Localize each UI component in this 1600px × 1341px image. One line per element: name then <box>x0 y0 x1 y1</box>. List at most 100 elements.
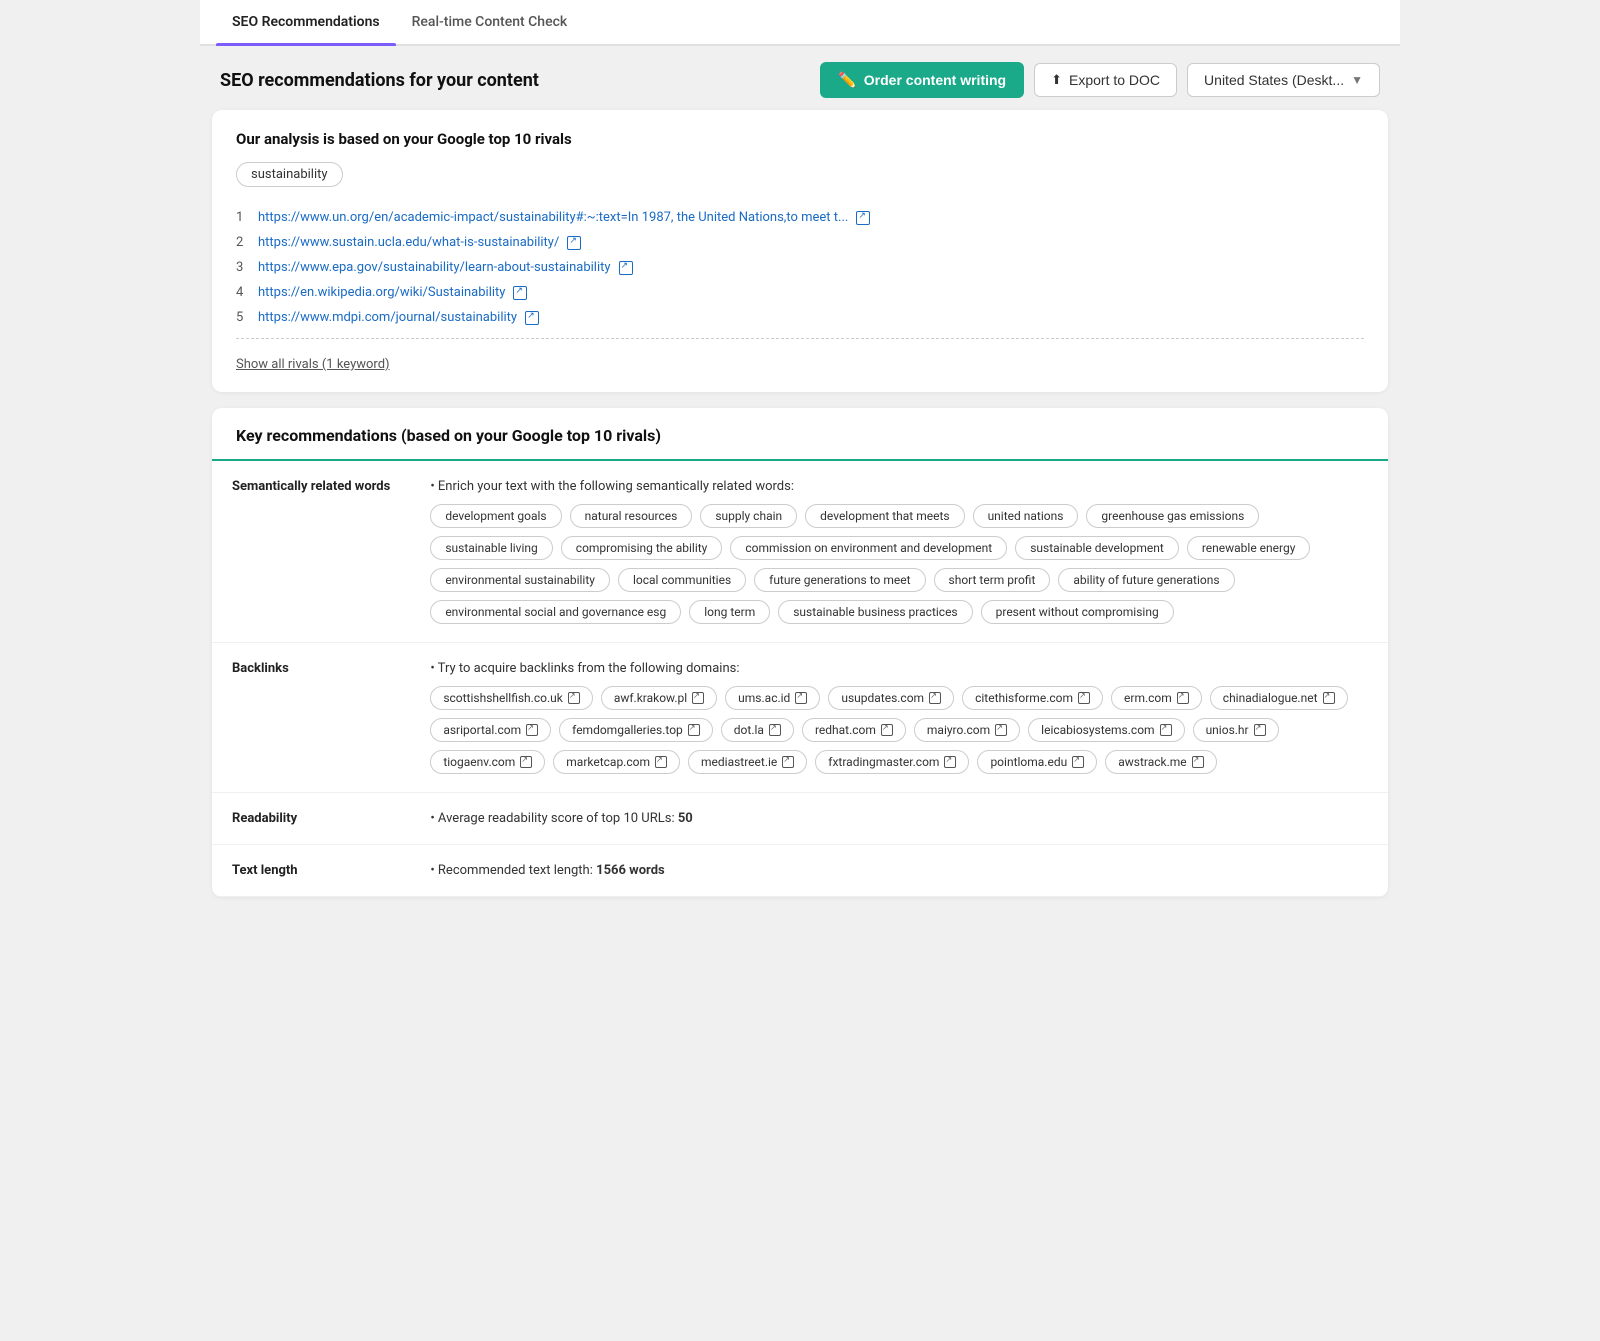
region-selector[interactable]: United States (Deskt... ▼ <box>1187 63 1380 97</box>
text-length-prefix: • Recommended text length: <box>430 863 596 878</box>
external-link-icon <box>525 311 539 325</box>
readability-label: Readability <box>212 793 410 845</box>
rival-link-5[interactable]: https://www.mdpi.com/journal/sustainabil… <box>258 310 517 325</box>
backlink-chip[interactable]: erm.com <box>1111 686 1202 710</box>
readability-score: 50 <box>678 811 693 826</box>
semantic-tag-chip: development goals <box>430 504 561 528</box>
rival-link-2[interactable]: https://www.sustain.ucla.edu/what-is-sus… <box>258 235 559 250</box>
list-item[interactable]: 3 https://www.epa.gov/sustainability/lea… <box>236 255 1364 280</box>
backlink-chip[interactable]: redhat.com <box>802 718 906 742</box>
chevron-down-icon: ▼ <box>1351 73 1363 87</box>
readability-content: • Average readability score of top 10 UR… <box>410 793 1388 845</box>
header-row: SEO recommendations for your content ✏️ … <box>200 46 1400 110</box>
rival-link-1[interactable]: https://www.un.org/en/academic-impact/su… <box>258 210 848 225</box>
table-row: Backlinks • Try to acquire backlinks fro… <box>212 643 1388 793</box>
external-link-icon <box>520 756 532 768</box>
list-item[interactable]: 4 https://en.wikipedia.org/wiki/Sustaina… <box>236 280 1364 305</box>
semantic-tag-chip: ability of future generations <box>1058 568 1234 592</box>
semantic-tag-chip: short term profit <box>934 568 1051 592</box>
backlink-chip[interactable]: usupdates.com <box>828 686 954 710</box>
order-content-button[interactable]: ✏️ Order content writing <box>820 62 1024 98</box>
backlink-chip[interactable]: scottishshellfish.co.uk <box>430 686 593 710</box>
backlink-chip[interactable]: dot.la <box>721 718 794 742</box>
rivals-card-title: Our analysis is based on your Google top… <box>236 130 1364 148</box>
app-container: SEO Recommendations Real-time Content Ch… <box>200 0 1400 1341</box>
show-all-rivals-link[interactable]: Show all rivals (1 keyword) <box>236 357 390 372</box>
semantic-tag-chip: sustainable living <box>430 536 552 560</box>
list-item[interactable]: 2 https://www.sustain.ucla.edu/what-is-s… <box>236 230 1364 255</box>
external-link-icon <box>1078 692 1090 704</box>
external-link-icon <box>568 692 580 704</box>
external-link-icon <box>688 724 700 736</box>
external-link-icon <box>881 724 893 736</box>
semantic-tag-chip: natural resources <box>570 504 693 528</box>
external-link-icon <box>655 756 667 768</box>
semantic-tag-chip: renewable energy <box>1187 536 1311 560</box>
tags-container: development goals natural resources supply… <box>430 504 1368 624</box>
table-row: Readability • Average readability score … <box>212 793 1388 845</box>
backlink-chip[interactable]: tiogaenv.com <box>430 750 545 774</box>
text-length-value: 1566 words <box>596 863 665 878</box>
external-link-icon <box>692 692 704 704</box>
header-actions: ✏️ Order content writing ⬆ Export to DOC… <box>820 62 1380 98</box>
tab-seo-label: SEO Recommendations <box>232 14 380 30</box>
external-link-icon <box>769 724 781 736</box>
backlink-chip[interactable]: awf.krakow.pl <box>601 686 717 710</box>
backlink-chip[interactable]: ums.ac.id <box>725 686 820 710</box>
backlink-chip[interactable]: chinadialogue.net <box>1210 686 1348 710</box>
list-item[interactable]: 1 https://www.un.org/en/academic-impact/… <box>236 205 1364 230</box>
semantic-tag-chip: future generations to meet <box>754 568 925 592</box>
export-doc-button[interactable]: ⬆ Export to DOC <box>1034 63 1177 97</box>
backlink-chip[interactable]: citethisforme.com <box>962 686 1103 710</box>
readability-prefix: • Average readability score of top 10 UR… <box>430 811 678 826</box>
semantic-tag-chip: environmental social and governance esg <box>430 600 681 624</box>
rivals-list: 1 https://www.un.org/en/academic-impact/… <box>236 205 1364 330</box>
text-length-label: Text length <box>212 845 410 897</box>
tab-realtime[interactable]: Real-time Content Check <box>396 0 584 44</box>
upload-icon: ⬆ <box>1051 72 1062 88</box>
external-link-icon <box>1072 756 1084 768</box>
backlink-chip[interactable]: leicabiosystems.com <box>1028 718 1184 742</box>
recommendations-table: Semantically related words • Enrich your… <box>212 461 1388 897</box>
backlink-chip[interactable]: fxtradingmaster.com <box>815 750 969 774</box>
backlink-chip[interactable]: maiyro.com <box>914 718 1020 742</box>
key-recommendations-card: Key recommendations (based on your Googl… <box>212 408 1388 897</box>
tab-seo[interactable]: SEO Recommendations <box>216 0 396 44</box>
semantic-tag-chip: supply chain <box>700 504 797 528</box>
export-btn-label: Export to DOC <box>1069 72 1160 88</box>
edit-icon: ✏️ <box>838 71 857 89</box>
text-length-content: • Recommended text length: 1566 words <box>410 845 1388 897</box>
backlinks-intro: • Try to acquire backlinks from the foll… <box>430 661 1368 676</box>
keyword-chip: sustainability <box>236 162 343 187</box>
backlink-chip[interactable]: asriportal.com <box>430 718 551 742</box>
external-link-icon <box>1160 724 1172 736</box>
rival-link-3[interactable]: https://www.epa.gov/sustainability/learn… <box>258 260 611 275</box>
rivals-card: Our analysis is based on your Google top… <box>212 110 1388 392</box>
backlink-chip[interactable]: pointloma.edu <box>977 750 1097 774</box>
external-link-icon <box>944 756 956 768</box>
key-rec-title: Key recommendations (based on your Googl… <box>236 426 1364 445</box>
tab-realtime-label: Real-time Content Check <box>412 14 568 30</box>
external-link-icon <box>995 724 1007 736</box>
semantic-tag-chip: commission on environment and developmen… <box>730 536 1007 560</box>
external-link-icon <box>619 261 633 275</box>
backlinks-label: Backlinks <box>212 643 410 793</box>
backlink-chip[interactable]: awstrack.me <box>1105 750 1216 774</box>
semantic-tag-chip: long term <box>689 600 770 624</box>
external-link-icon <box>782 756 794 768</box>
external-link-icon <box>526 724 538 736</box>
semantic-tag-chip: development that meets <box>805 504 964 528</box>
semantic-tag-chip: compromising the ability <box>561 536 723 560</box>
external-link-icon <box>1254 724 1266 736</box>
semantically-related-label: Semantically related words <box>212 461 410 643</box>
external-link-icon <box>856 211 870 225</box>
backlink-chip[interactable]: marketcap.com <box>553 750 680 774</box>
semantically-related-intro: • Enrich your text with the following se… <box>430 479 1368 494</box>
semantic-tag-chip: environmental sustainability <box>430 568 610 592</box>
list-item[interactable]: 5 https://www.mdpi.com/journal/sustainab… <box>236 305 1364 330</box>
rival-link-4[interactable]: https://en.wikipedia.org/wiki/Sustainabi… <box>258 285 505 300</box>
backlink-chip[interactable]: mediastreet.ie <box>688 750 807 774</box>
backlinks-container: scottishshellfish.co.uk awf.krakow.pl um… <box>430 686 1368 774</box>
backlink-chip[interactable]: unios.hr <box>1193 718 1279 742</box>
backlink-chip[interactable]: femdomgalleries.top <box>559 718 713 742</box>
